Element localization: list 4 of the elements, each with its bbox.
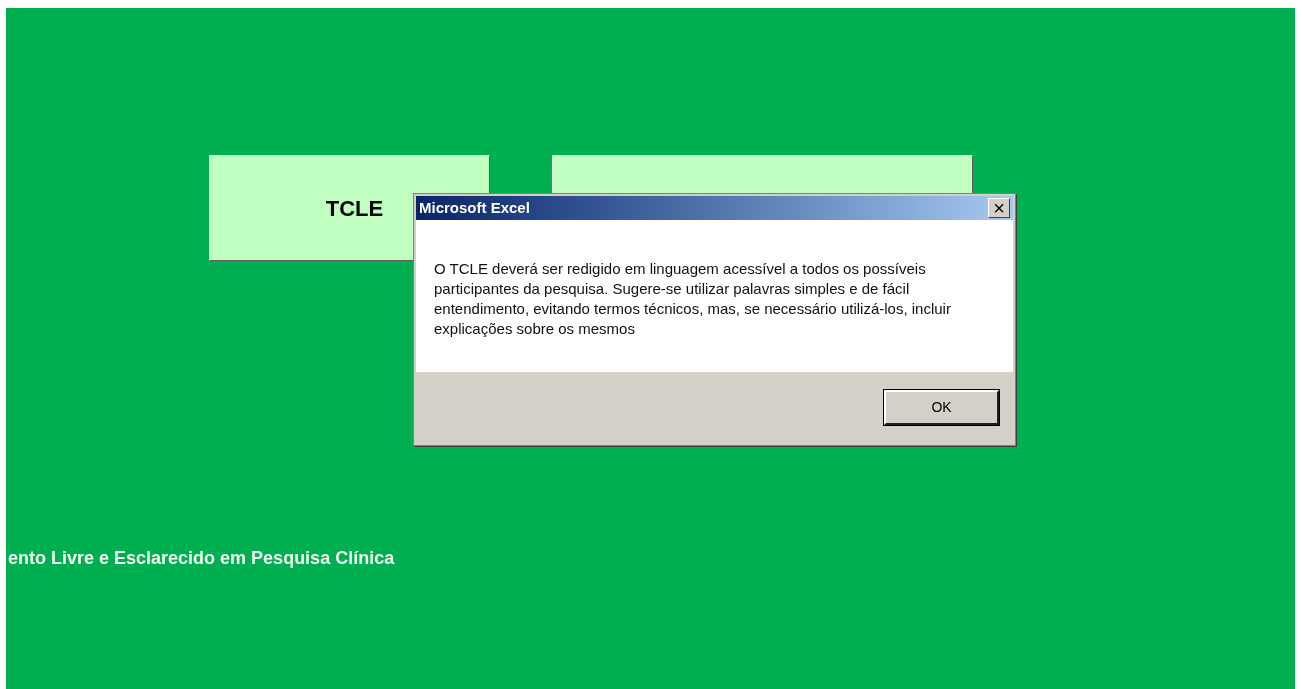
ok-button[interactable]: OK [884,390,999,425]
dialog-message: O TCLE deverá ser redigido em linguagem acessível a todos os possíveis participantes da pesquisa. Sugere-se utilizar palavras simples e de fácil entendimento, evitando termos técnicos, mas, se necessário utilizá-los, incluir explicações sobre os mesmos [434,259,952,339]
sheet-caption: ento Livre e Esclarecido em Pesquisa Clínica [8,547,395,570]
close-button[interactable]: × [988,198,1010,218]
